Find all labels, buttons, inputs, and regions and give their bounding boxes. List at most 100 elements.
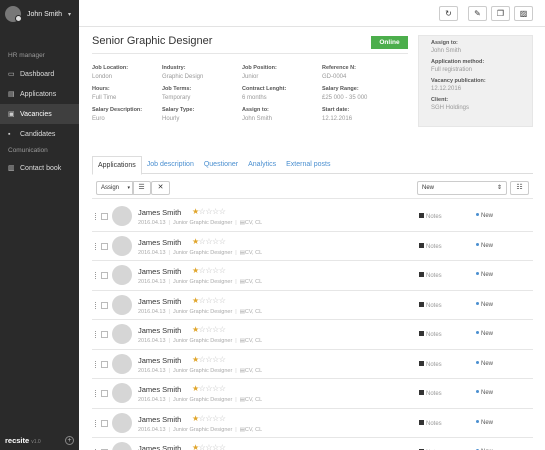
- drag-handle[interactable]: [95, 301, 97, 309]
- star-empty-icon[interactable]: ☆: [219, 414, 226, 423]
- star-empty-icon[interactable]: ☆: [212, 355, 219, 364]
- row-checkbox[interactable]: [101, 419, 108, 427]
- table-row[interactable]: James Smith★☆☆☆☆2016.04.13|Junior Graphi…: [92, 261, 533, 291]
- rating-stars[interactable]: ★☆☆☆☆: [192, 443, 226, 450]
- rating-stars[interactable]: ★☆☆☆☆: [192, 414, 226, 423]
- rating-stars[interactable]: ★☆☆☆☆: [192, 355, 226, 364]
- drag-handle[interactable]: [95, 331, 97, 338]
- star-filled-icon[interactable]: ★: [192, 384, 199, 393]
- row-checkbox[interactable]: [101, 301, 108, 309]
- star-empty-icon[interactable]: ☆: [205, 266, 212, 275]
- star-empty-icon[interactable]: ☆: [219, 355, 226, 364]
- candidate-name[interactable]: James Smith: [138, 238, 181, 247]
- documents-link[interactable]: CV, CL: [245, 397, 262, 403]
- star-empty-icon[interactable]: ☆: [219, 325, 226, 334]
- table-row[interactable]: James Smith★☆☆☆☆2016.04.13|Junior Graphi…: [92, 438, 533, 450]
- candidate-name[interactable]: James Smith: [138, 385, 181, 394]
- sidebar-item-vacancies[interactable]: ▣ Vacancies: [0, 104, 79, 124]
- drag-handle[interactable]: [95, 419, 97, 427]
- star-empty-icon[interactable]: ☆: [212, 384, 219, 393]
- drag-handle[interactable]: [95, 360, 97, 368]
- save-button[interactable]: ▨: [514, 6, 533, 21]
- table-row[interactable]: James Smith★☆☆☆☆2016.04.13|Junior Graphi…: [92, 202, 533, 232]
- star-empty-icon[interactable]: ☆: [205, 414, 212, 423]
- candidate-name[interactable]: James Smith: [138, 208, 181, 217]
- table-row[interactable]: James Smith★☆☆☆☆2016.04.13|Junior Graphi…: [92, 379, 533, 409]
- star-empty-icon[interactable]: ☆: [212, 443, 219, 450]
- notes-link[interactable]: Notes: [419, 419, 442, 427]
- copy-button[interactable]: ❐: [491, 6, 510, 21]
- star-filled-icon[interactable]: ★: [192, 355, 199, 364]
- assign-dropdown[interactable]: Assign ▾: [96, 181, 134, 195]
- drag-handle[interactable]: [95, 390, 97, 397]
- star-filled-icon[interactable]: ★: [192, 207, 199, 216]
- table-row[interactable]: James Smith★☆☆☆☆2016.04.13|Junior Graphi…: [92, 291, 533, 320]
- candidate-name[interactable]: James Smith: [138, 444, 181, 450]
- candidate-name[interactable]: James Smith: [138, 297, 181, 306]
- star-empty-icon[interactable]: ☆: [219, 266, 226, 275]
- documents-link[interactable]: CV, CL: [245, 279, 262, 285]
- row-checkbox[interactable]: [101, 360, 108, 368]
- star-filled-icon[interactable]: ★: [192, 443, 199, 450]
- rating-stars[interactable]: ★☆☆☆☆: [192, 325, 226, 334]
- user-menu[interactable]: John Smith ▾: [0, 0, 79, 28]
- tab-job-description[interactable]: Job description: [142, 156, 199, 174]
- star-empty-icon[interactable]: ☆: [212, 237, 219, 246]
- candidate-name[interactable]: James Smith: [138, 326, 181, 335]
- add-icon[interactable]: +: [65, 435, 74, 445]
- sidebar-item-contact-book[interactable]: ▥ Contact book: [0, 158, 79, 178]
- star-empty-icon[interactable]: ☆: [205, 384, 212, 393]
- list-view-button[interactable]: ☰: [132, 181, 151, 195]
- tab-questioner[interactable]: Questioner: [199, 156, 243, 174]
- star-empty-icon[interactable]: ☆: [205, 325, 212, 334]
- star-empty-icon[interactable]: ☆: [219, 237, 226, 246]
- table-row[interactable]: James Smith★☆☆☆☆2016.04.13|Junior Graphi…: [92, 350, 533, 379]
- table-row[interactable]: James Smith★☆☆☆☆2016.04.13|Junior Graphi…: [92, 320, 533, 350]
- star-empty-icon[interactable]: ☆: [219, 384, 226, 393]
- row-checkbox[interactable]: [101, 390, 108, 397]
- star-empty-icon[interactable]: ☆: [205, 296, 212, 305]
- star-empty-icon[interactable]: ☆: [205, 237, 212, 246]
- notes-link[interactable]: Notes: [419, 272, 442, 279]
- view-toggle-button[interactable]: ☷: [510, 181, 529, 195]
- sidebar-item-candidates[interactable]: ▪ Candidates: [0, 124, 79, 144]
- rating-stars[interactable]: ★☆☆☆☆: [192, 384, 226, 393]
- star-empty-icon[interactable]: ☆: [212, 414, 219, 423]
- documents-link[interactable]: CV, CL: [245, 220, 262, 226]
- drag-handle[interactable]: [95, 213, 97, 220]
- star-empty-icon[interactable]: ☆: [205, 207, 212, 216]
- documents-link[interactable]: CV, CL: [245, 368, 262, 374]
- star-empty-icon[interactable]: ☆: [212, 266, 219, 275]
- drag-handle[interactable]: [95, 242, 97, 250]
- star-empty-icon[interactable]: ☆: [212, 296, 219, 305]
- candidate-name[interactable]: James Smith: [138, 415, 181, 424]
- documents-link[interactable]: CV, CL: [245, 250, 262, 256]
- status-filter-dropdown[interactable]: New ⇕: [417, 181, 507, 195]
- star-filled-icon[interactable]: ★: [192, 237, 199, 246]
- clear-button[interactable]: ✕: [151, 181, 170, 195]
- star-empty-icon[interactable]: ☆: [219, 296, 226, 305]
- star-filled-icon[interactable]: ★: [192, 266, 199, 275]
- table-row[interactable]: James Smith★☆☆☆☆2016.04.13|Junior Graphi…: [92, 409, 533, 438]
- rating-stars[interactable]: ★☆☆☆☆: [192, 296, 226, 305]
- row-checkbox[interactable]: [101, 272, 108, 279]
- notes-link[interactable]: Notes: [419, 213, 442, 220]
- rating-stars[interactable]: ★☆☆☆☆: [192, 266, 226, 275]
- documents-link[interactable]: CV, CL: [245, 338, 262, 344]
- row-checkbox[interactable]: [101, 242, 108, 250]
- star-empty-icon[interactable]: ☆: [205, 443, 212, 450]
- table-row[interactable]: James Smith★☆☆☆☆2016.04.13|Junior Graphi…: [92, 232, 533, 261]
- notes-link[interactable]: Notes: [419, 242, 442, 250]
- candidate-name[interactable]: James Smith: [138, 267, 181, 276]
- tab-analytics[interactable]: Analytics: [243, 156, 281, 174]
- sidebar-item-dashboard[interactable]: ▭ Dashboard: [0, 64, 79, 84]
- row-checkbox[interactable]: [101, 213, 108, 220]
- notes-link[interactable]: Notes: [419, 390, 442, 397]
- star-empty-icon[interactable]: ☆: [205, 355, 212, 364]
- star-empty-icon[interactable]: ☆: [219, 207, 226, 216]
- star-empty-icon[interactable]: ☆: [212, 325, 219, 334]
- rating-stars[interactable]: ★☆☆☆☆: [192, 237, 226, 246]
- star-empty-icon[interactable]: ☆: [212, 207, 219, 216]
- row-checkbox[interactable]: [101, 331, 108, 338]
- notes-link[interactable]: Notes: [419, 360, 442, 368]
